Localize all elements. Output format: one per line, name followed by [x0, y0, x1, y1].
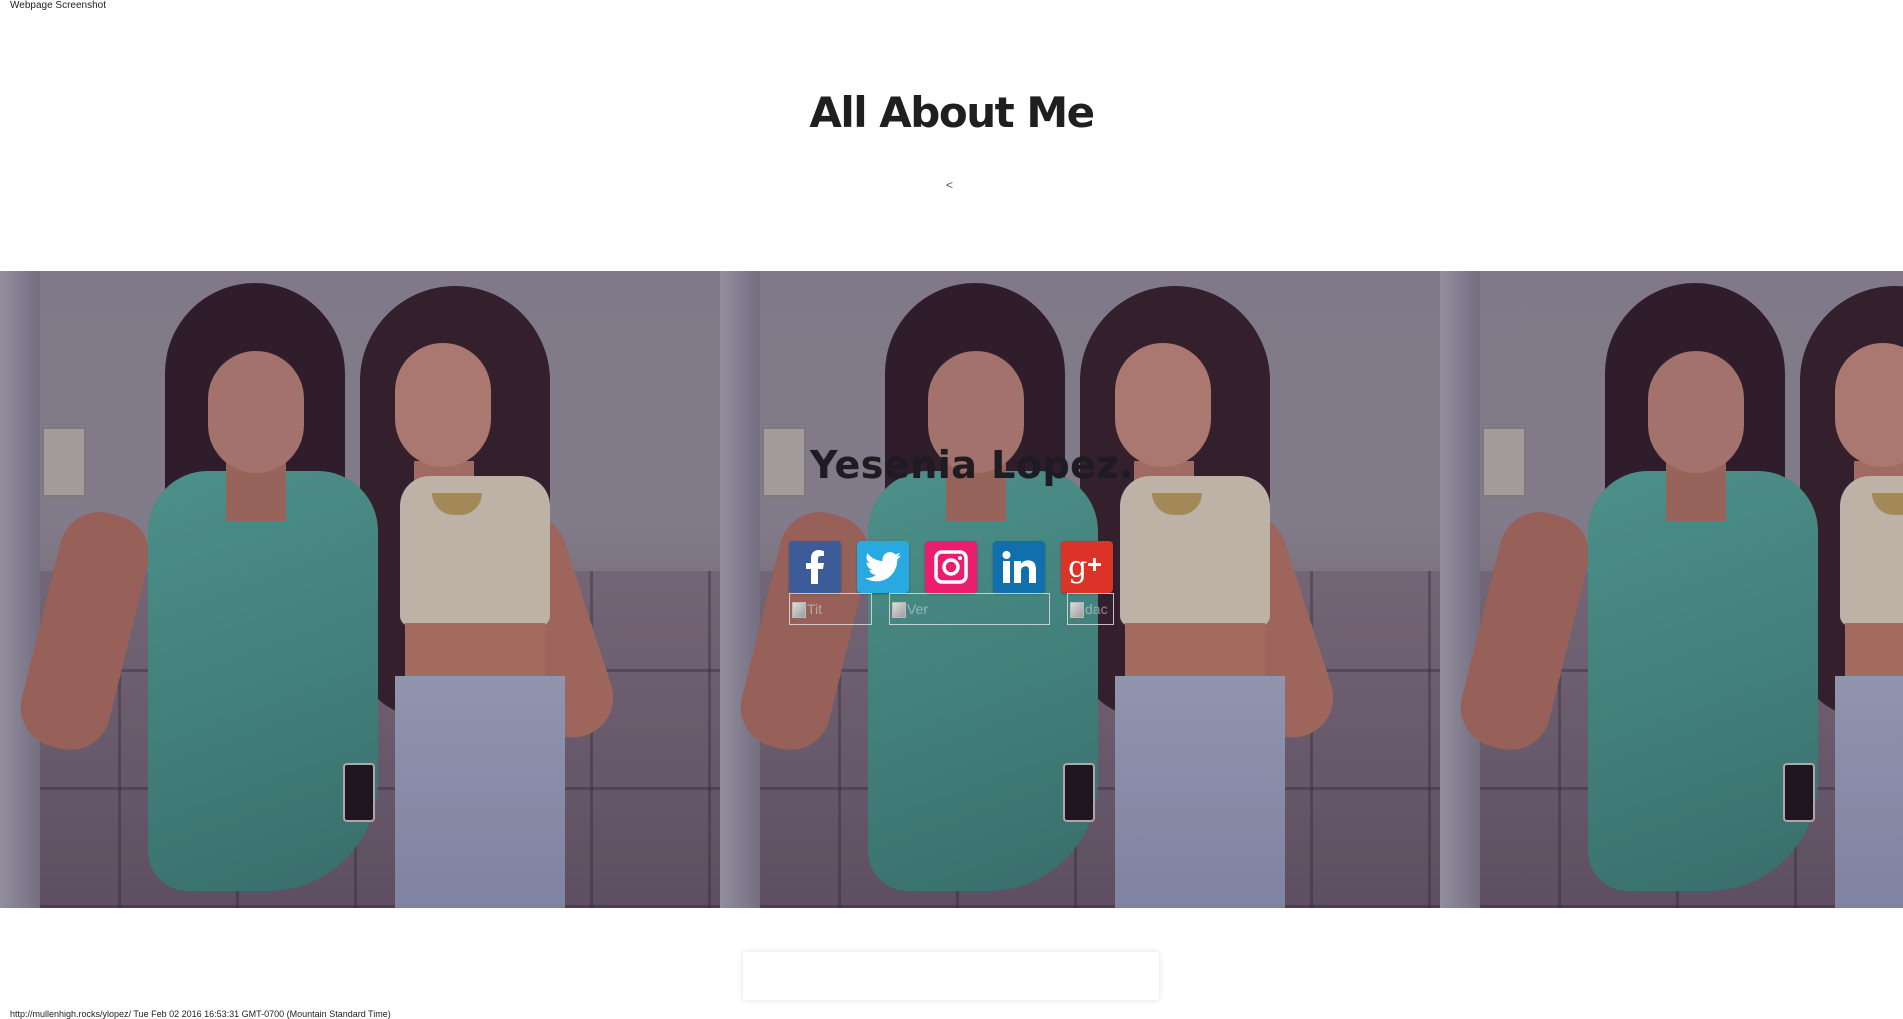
twitter-button[interactable] [857, 541, 909, 593]
hero-photo-tile [1440, 271, 1903, 908]
instagram-button[interactable] [925, 541, 977, 593]
google-plus-button[interactable]: g [1061, 541, 1113, 593]
facebook-button[interactable] [789, 541, 841, 593]
broken-image-icon [792, 602, 806, 619]
instagram-icon [934, 550, 968, 584]
broken-image-icon [1070, 602, 1084, 619]
broken-image: dac [1067, 593, 1114, 625]
nav-toggle-glyph[interactable]: < [946, 178, 953, 192]
linkedin-button[interactable] [993, 541, 1045, 593]
twitter-icon [865, 552, 901, 582]
profile-name: Yesenia Lopez. [810, 443, 1134, 487]
screenshot-caption: Webpage Screenshot [10, 0, 106, 11]
linkedin-icon [1002, 551, 1036, 583]
broken-image: Ver [889, 593, 1050, 625]
capture-url: http://mullenhigh.rocks/ylopez/ Tue Feb … [10, 1009, 391, 1019]
facebook-icon [806, 550, 824, 584]
broken-image: Tit [789, 593, 872, 625]
google-plus-icon: g [1068, 550, 1101, 584]
svg-text:g: g [1068, 550, 1087, 584]
broken-image-icon [892, 602, 906, 619]
page-title: All About Me [809, 88, 1095, 137]
content-card [743, 952, 1159, 1000]
hero-photo-tile [0, 271, 720, 908]
